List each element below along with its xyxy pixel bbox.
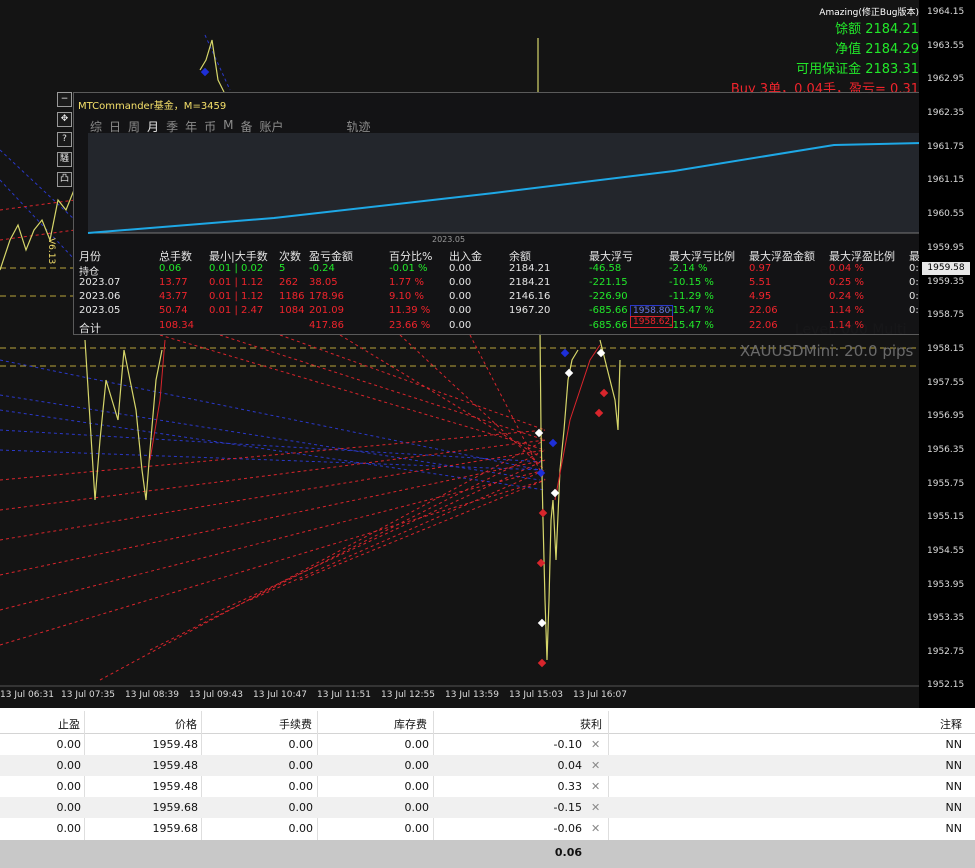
close-order-button[interactable]: ✕ xyxy=(591,780,600,793)
stats-row-month: 2023.07 13.77 0.01 | 1.12 262 38.05 1.77… xyxy=(79,277,926,288)
table-row[interactable]: 0.00 1959.68 0.00 0.00 -0.06 ✕ NN xyxy=(0,818,975,839)
col-commission[interactable]: 手续费 xyxy=(250,716,312,732)
x-tick: 13 Jul 13:59 xyxy=(445,690,499,700)
equity-curve-chart xyxy=(87,133,923,234)
panel-title: MTCommander基金，M=3459 xyxy=(78,101,227,112)
ea-title: Amazing(修正Bug版本) xyxy=(819,8,919,18)
close-order-button[interactable]: ✕ xyxy=(591,801,600,814)
x-tick: 13 Jul 09:43 xyxy=(189,690,243,700)
panel-side-buttons: − ✥ ? 騷 凸 xyxy=(57,92,72,192)
stats-row-month: 2023.06 43.77 0.01 | 1.12 1186 178.96 9.… xyxy=(79,291,926,302)
table-row[interactable]: 0.00 1959.48 0.00 0.00 -0.10 ✕ NN xyxy=(0,734,975,755)
x-tick: 13 Jul 06:31 xyxy=(0,690,54,700)
watermark-symbol: XAUUSDMini: 20.0 pips xyxy=(740,342,914,360)
help-button[interactable]: ? xyxy=(57,132,72,147)
col-price[interactable]: 价格 xyxy=(140,716,197,732)
x-tick: 13 Jul 12:55 xyxy=(381,690,435,700)
mtcommander-panel[interactable]: MTCommander基金，M=3459 综 日 周 月 季 年 币 M 备 账… xyxy=(73,92,925,335)
stats-row-holding: 持仓 0.06 0.01 | 0.02 5 -0.24 -0.01 % 0.00… xyxy=(79,263,926,278)
equity-x-label: 2023.05 xyxy=(432,235,466,244)
balance-text: 馀额 2184.21 xyxy=(835,22,919,37)
col-swap[interactable]: 库存费 xyxy=(370,716,427,732)
table-row[interactable]: 0.00 1959.48 0.00 0.00 0.33 ✕ NN xyxy=(0,776,975,797)
x-tick: 13 Jul 10:47 xyxy=(253,690,307,700)
close-order-button[interactable]: ✕ xyxy=(591,738,600,751)
stats-header: 月份 总手数 最小|大手数 次数 盈亏金额 百分比% 出入金 余额 最大浮亏 最… xyxy=(79,250,920,263)
total-profit: 0.06 xyxy=(554,846,582,859)
buy-marker xyxy=(200,67,210,77)
x-tick: 13 Jul 07:35 xyxy=(61,690,115,700)
price-axis[interactable]: 1964.15 1963.55 1962.95 1962.35 1961.75 … xyxy=(919,0,975,708)
trade-table: 止盈 价格 手续费 库存费 获利 注释 0.00 1959.48 0.00 0.… xyxy=(0,711,975,868)
current-price-marker: 1959.58 xyxy=(922,262,970,275)
x-tick: 13 Jul 16:07 xyxy=(573,690,627,700)
table-row[interactable]: 0.00 1959.68 0.00 0.00 -0.15 ✕ NN xyxy=(0,797,975,818)
version-label: V6.13 xyxy=(46,238,56,265)
settings-button[interactable]: 騷 xyxy=(57,152,72,167)
x-tick: 13 Jul 15:03 xyxy=(509,690,563,700)
collapse-button[interactable]: 凸 xyxy=(57,172,72,187)
free-margin-text: 可用保证金 2183.31 xyxy=(796,62,919,77)
x-tick: 13 Jul 11:51 xyxy=(317,690,371,700)
stats-row-month: 2023.05 50.74 0.01 | 2.47 1084 201.09 11… xyxy=(79,305,926,316)
price-label-red: 1958.62 xyxy=(630,316,674,328)
col-profit[interactable]: 获利 xyxy=(560,716,602,732)
equity-text: 净值 2184.29 xyxy=(835,42,919,57)
minimize-button[interactable]: − xyxy=(57,92,72,107)
table-header: 止盈 价格 手续费 库存费 获利 注释 xyxy=(0,711,975,734)
move-icon[interactable]: ✥ xyxy=(57,112,72,127)
stats-row-total: 合计 108.34 417.86 23.66 % 0.00 -685.66 -1… xyxy=(79,320,864,335)
table-total-row: 0.06 xyxy=(0,840,975,868)
price-chart[interactable]: Amazing(修正Bug版本) 馀额 2184.21 净值 2184.29 可… xyxy=(0,0,975,708)
col-tp[interactable]: 止盈 xyxy=(40,716,80,732)
table-row[interactable]: 0.00 1959.48 0.00 0.00 0.04 ✕ NN xyxy=(0,755,975,776)
close-order-button[interactable]: ✕ xyxy=(591,759,600,772)
close-order-button[interactable]: ✕ xyxy=(591,822,600,835)
col-comment[interactable]: 注释 xyxy=(920,716,962,732)
x-tick: 13 Jul 08:39 xyxy=(125,690,179,700)
